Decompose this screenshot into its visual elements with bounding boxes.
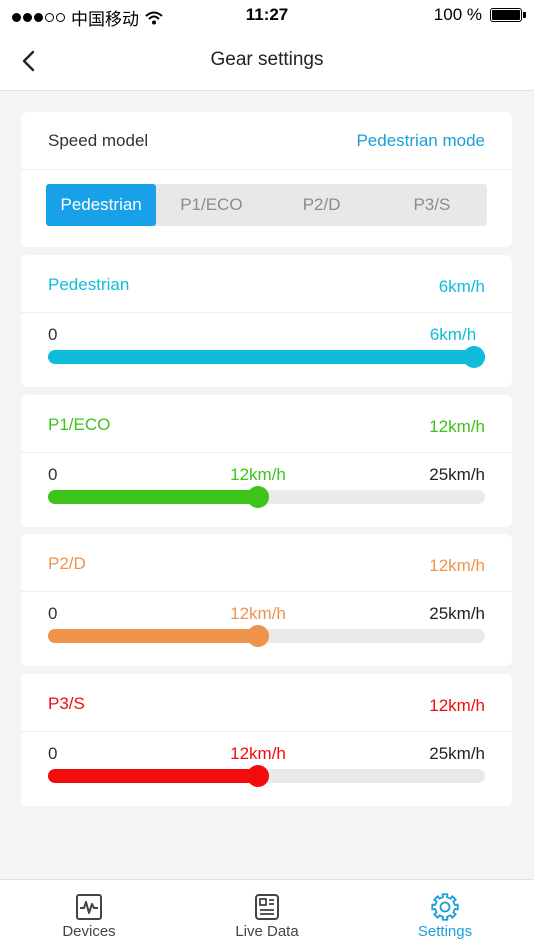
gear-name: P1/ECO	[48, 415, 111, 434]
slider-current-label: 12km/h	[230, 604, 286, 623]
gear-name: P3/S	[48, 694, 85, 713]
divider	[21, 591, 512, 592]
speed-slider-thumb[interactable]	[247, 765, 269, 787]
divider	[21, 731, 512, 732]
gear-speed-value: 6km/h	[438, 277, 485, 296]
slider-current-label: 12km/h	[230, 465, 286, 484]
segment-p1-eco[interactable]: P1/ECO	[156, 184, 266, 226]
segment-p3-s[interactable]: P3/S	[377, 184, 487, 226]
battery-label: 100 %	[433, 5, 482, 24]
slider-current-label: 6km/h	[429, 325, 477, 344]
tab-label: Settings	[417, 923, 473, 940]
tab-live-data[interactable]: Live Data	[178, 880, 356, 951]
gear-name: P2/D	[48, 554, 86, 573]
speed-slider-fill	[48, 490, 258, 504]
slider-max-label: 25km/h	[429, 744, 485, 763]
gear-speed-value: 12km/h	[429, 696, 485, 715]
slider-min-label: 0	[48, 744, 58, 763]
speed-model-card: Speed model Pedestrian mode Pedestrian P…	[21, 112, 512, 247]
slider-max-label: 25km/h	[429, 604, 485, 623]
page-title: Gear settings	[210, 49, 324, 70]
slider-min-label: 0	[48, 604, 58, 623]
tab-label: Devices	[62, 923, 116, 940]
speed-slider-thumb[interactable]	[247, 625, 269, 647]
gear-speed-value: 12km/h	[429, 417, 485, 436]
speed-slider-track[interactable]	[48, 486, 485, 508]
gear-card-p3-s: P3/S 12km/h 0 12km/h 25km/h	[21, 674, 512, 806]
gear-card-p2-d: P2/D 12km/h 0 12km/h 25km/h	[21, 534, 512, 666]
tab-label: Live Data	[235, 923, 299, 940]
speed-slider-thumb[interactable]	[463, 346, 485, 368]
speed-slider-track[interactable]	[48, 625, 485, 647]
nav-bar: Gear settings	[0, 30, 534, 91]
tab-bar: Devices Live Data Settings	[0, 879, 534, 951]
gear-name: Pedestrian	[48, 275, 130, 294]
slider-current-label: 12km/h	[230, 744, 286, 763]
tab-devices[interactable]: Devices	[0, 880, 178, 951]
gear-card-p1-eco: P1/ECO 12km/h 0 12km/h 25km/h	[21, 395, 512, 527]
gear-icon	[431, 893, 459, 921]
segment-pedestrian[interactable]: Pedestrian	[46, 184, 157, 226]
divider	[21, 312, 512, 313]
slider-min-label: 0	[48, 325, 58, 344]
speed-slider-fill	[48, 629, 258, 643]
live-data-icon	[255, 894, 279, 920]
status-bar: 中国移动 11:27 100 %	[0, 0, 534, 30]
tab-settings[interactable]: Settings	[356, 880, 534, 951]
divider	[21, 452, 512, 453]
speed-mode-segmented-control: Pedestrian P1/ECO P2/D P3/S	[46, 184, 487, 226]
status-right: 100 %	[433, 5, 526, 25]
speed-model-value: Pedestrian mode	[356, 131, 485, 150]
battery-icon	[490, 8, 526, 22]
divider	[21, 169, 512, 170]
speed-slider-track[interactable]	[48, 765, 485, 787]
slider-max-label: 25km/h	[429, 465, 485, 484]
segment-p2-d[interactable]: P2/D	[267, 184, 377, 226]
gear-speed-value: 12km/h	[429, 556, 485, 575]
gear-card-pedestrian: Pedestrian 6km/h 0 6km/h	[21, 255, 512, 387]
pulse-monitor-icon	[76, 894, 102, 920]
slider-min-label: 0	[48, 465, 58, 484]
speed-slider-track[interactable]	[48, 346, 485, 368]
speed-slider-fill	[48, 350, 485, 364]
speed-slider-thumb[interactable]	[247, 486, 269, 508]
speed-slider-fill	[48, 769, 258, 783]
speed-model-label: Speed model	[48, 131, 149, 150]
